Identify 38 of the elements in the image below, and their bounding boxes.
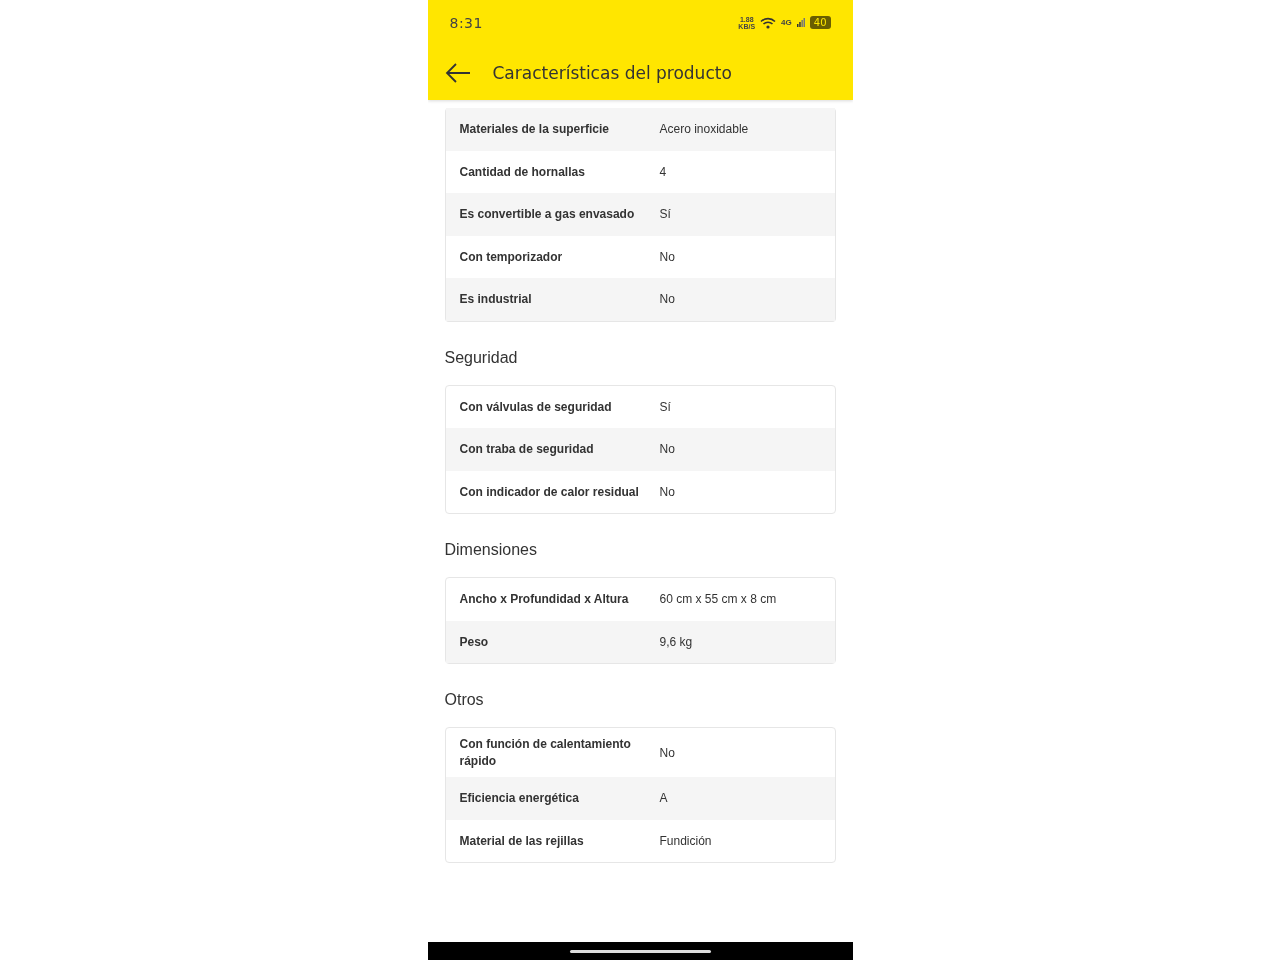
- spec-value: Sí: [659, 207, 672, 222]
- spec-value: Fundición: [659, 833, 713, 848]
- spec-value: Acero inoxidable: [659, 122, 750, 137]
- spec-label: Peso: [459, 633, 490, 650]
- spec-value: No: [659, 484, 676, 499]
- spec-value: 60 cm x 55 cm x 8 cm: [659, 592, 778, 607]
- status-time: 8:31: [449, 14, 483, 31]
- spec-label: Materiales de la superficie: [459, 121, 610, 138]
- network-type: 4G: [781, 18, 792, 27]
- spec-label: Con traba de seguridad: [459, 441, 595, 458]
- spec-value: 9,6 kg: [659, 634, 694, 649]
- spec-label: Con temporizador: [459, 248, 564, 265]
- spec-value: No: [659, 249, 676, 264]
- spec-value: No: [659, 442, 676, 457]
- back-arrow-icon: [444, 62, 471, 83]
- spec-label: Material de las rejillas: [459, 832, 585, 849]
- home-handle[interactable]: [569, 949, 711, 953]
- spec-label: Cantidad de hornallas: [459, 163, 586, 180]
- section-heading: Otros: [444, 691, 485, 709]
- spec-value: 4: [659, 164, 668, 179]
- spec-label: Ancho x Profundidad x Altura: [459, 591, 630, 608]
- back-button[interactable]: [444, 62, 471, 83]
- spec-label: Con indicador de calor residual: [459, 483, 640, 500]
- spec-label: Eficiencia energética: [459, 790, 580, 807]
- spec-value: A: [659, 791, 669, 806]
- spec-value: No: [659, 292, 676, 307]
- spec-label: Es convertible a gas envasado: [459, 206, 636, 223]
- signal-icon: [796, 18, 805, 27]
- wifi-icon: [760, 16, 777, 29]
- spec-value: No: [659, 745, 676, 760]
- section-heading: Seguridad: [444, 348, 519, 367]
- section-heading: Dimensiones: [444, 541, 538, 559]
- battery-level: 40: [809, 16, 831, 29]
- spec-label: Con función de calentamiento rápido: [459, 736, 632, 769]
- spec-label: Es industrial: [459, 291, 533, 308]
- page-title: Características del producto: [492, 62, 732, 83]
- spec-label: Con válvulas de seguridad: [459, 398, 613, 415]
- spec-value: Sí: [659, 399, 672, 414]
